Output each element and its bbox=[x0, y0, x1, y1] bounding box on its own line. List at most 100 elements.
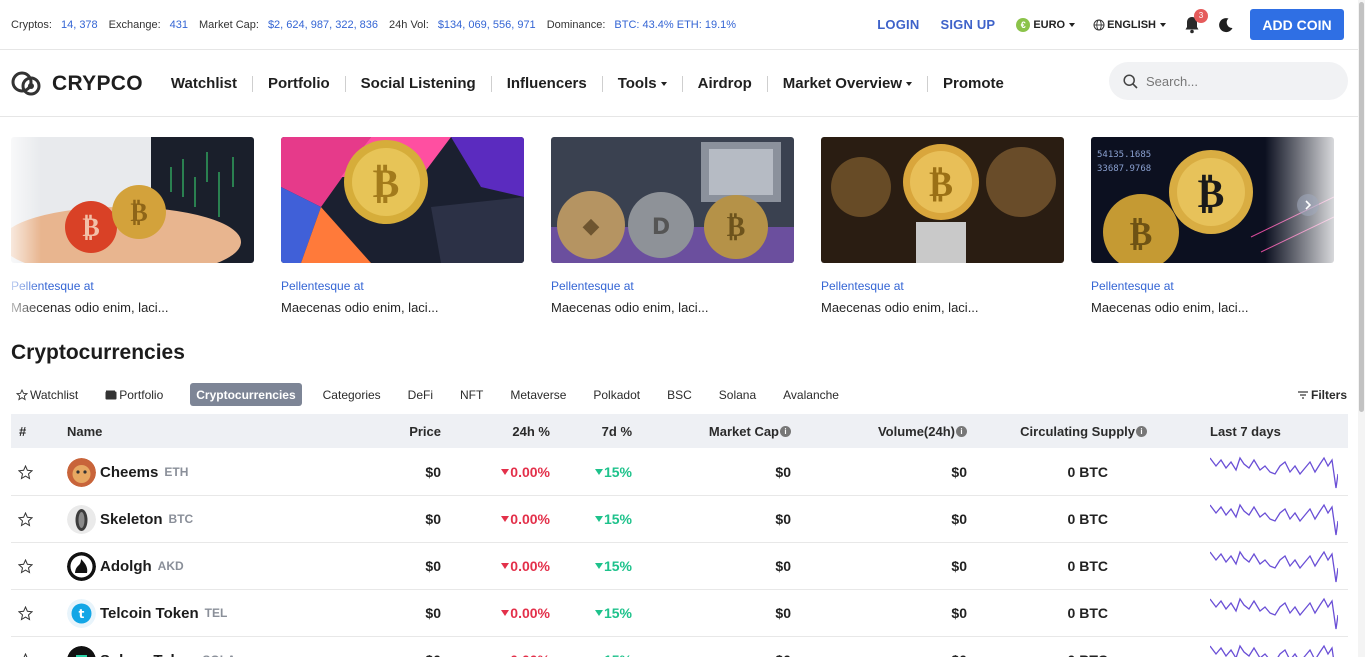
change-24h-cell: 0.00% bbox=[481, 496, 550, 542]
search-box bbox=[1109, 62, 1348, 100]
coin-name[interactable]: Telcoin Token bbox=[100, 605, 199, 622]
watchlist-star-button[interactable] bbox=[18, 590, 33, 636]
scrollbar-thumb[interactable] bbox=[1359, 2, 1364, 412]
table-row[interactable]: Solana Token SOLA $0 0.00% 15% $0 $0 0 B… bbox=[11, 637, 1348, 657]
stat-value[interactable]: $2, 624, 987, 322, 836 bbox=[268, 19, 378, 31]
supply-cell: 0 BTC bbox=[1067, 558, 1108, 574]
tab-nft[interactable]: NFT bbox=[460, 388, 483, 402]
nav-influencers[interactable]: Influencers bbox=[492, 75, 603, 92]
coin-name[interactable]: Solana Token bbox=[100, 652, 196, 657]
news-category[interactable]: Pellentesque at bbox=[11, 279, 254, 293]
coin-name[interactable]: Cheems bbox=[100, 464, 158, 481]
coin-name-cell[interactable]: Solana Token SOLA bbox=[67, 637, 236, 657]
news-title[interactable]: Maecenas odio enim, laci... bbox=[1091, 300, 1334, 315]
filters-button[interactable]: Filters bbox=[1297, 388, 1347, 402]
coin-name-cell[interactable]: t Telcoin Token TEL bbox=[67, 590, 227, 636]
tab-watchlist[interactable]: Watchlist bbox=[16, 388, 78, 402]
col-supply[interactable]: Circulating Supply i bbox=[1001, 414, 1147, 448]
moon-icon[interactable] bbox=[1218, 17, 1234, 33]
col-volume[interactable]: Volume(24h) i bbox=[831, 414, 967, 448]
brand-logo[interactable]: CRYPCO bbox=[11, 71, 143, 97]
page-scrollbar[interactable] bbox=[1358, 0, 1365, 657]
col-24h[interactable]: 24h % bbox=[481, 414, 550, 448]
nav-social-listening[interactable]: Social Listening bbox=[346, 75, 492, 92]
tab-defi[interactable]: DeFi bbox=[408, 388, 433, 402]
nav-portfolio[interactable]: Portfolio bbox=[253, 75, 346, 92]
tab-polkadot[interactable]: Polkadot bbox=[593, 388, 640, 402]
stat-value[interactable]: BTC: 43.4% ETH: 19.1% bbox=[614, 19, 736, 31]
coin-name-cell[interactable]: Skeleton BTC bbox=[67, 496, 193, 542]
coin-name-cell[interactable]: Adolgh AKD bbox=[67, 543, 184, 589]
tab-categories[interactable]: Categories bbox=[323, 388, 381, 402]
coin-name[interactable]: Adolgh bbox=[100, 558, 152, 575]
info-icon[interactable]: i bbox=[780, 425, 791, 437]
table-row[interactable]: Skeleton BTC $0 0.00% 15% $0 $0 0 BTC bbox=[11, 496, 1348, 543]
news-card[interactable]: ◆ D ₿ Pellentesque at Maecenas odio enim… bbox=[551, 137, 794, 315]
price-cell: $0 bbox=[425, 558, 441, 574]
volume-cell: $0 bbox=[951, 605, 967, 621]
coin-avatar: t bbox=[67, 598, 96, 628]
news-title[interactable]: Maecenas odio enim, laci... bbox=[821, 300, 1064, 315]
caret-down-icon bbox=[660, 81, 667, 86]
watchlist-star-button[interactable] bbox=[18, 543, 33, 589]
notifications-button[interactable]: 3 bbox=[1184, 8, 1208, 34]
tab-bsc[interactable]: BSC bbox=[667, 388, 692, 402]
nav-tools-label: Tools bbox=[617, 74, 657, 92]
nav-watchlist[interactable]: Watchlist bbox=[171, 75, 253, 92]
news-category[interactable]: Pellentesque at bbox=[281, 279, 524, 293]
col-price[interactable]: Price bbox=[371, 414, 441, 448]
news-card[interactable]: ₿ Pellentesque at Maecenas odio enim, la… bbox=[821, 137, 1064, 315]
nav-promote[interactable]: Promote bbox=[928, 75, 1019, 92]
carousel-next-button[interactable] bbox=[1297, 194, 1319, 216]
col-rank[interactable]: # bbox=[19, 414, 26, 448]
nav-airdrop[interactable]: Airdrop bbox=[683, 75, 768, 92]
col-market-cap[interactable]: Market Cap i bbox=[671, 414, 791, 448]
col-name[interactable]: Name bbox=[67, 414, 102, 448]
tab-solana[interactable]: Solana bbox=[719, 388, 756, 402]
supply-cell: 0 BTC bbox=[1001, 637, 1108, 657]
news-category[interactable]: Pellentesque at bbox=[1091, 279, 1334, 293]
coin-avatar bbox=[67, 551, 96, 581]
watchlist-star-button[interactable] bbox=[18, 449, 33, 495]
search-input[interactable] bbox=[1146, 73, 1316, 89]
change-24h-cell: 0.00% bbox=[481, 637, 550, 657]
table-row[interactable]: Adolgh AKD $0 0.00% 15% $0 $0 0 BTC bbox=[11, 543, 1348, 590]
nav-tools[interactable]: Tools bbox=[603, 74, 683, 92]
table-row[interactable]: t Telcoin Token TEL $0 0.00% 15% $0 $0 0… bbox=[11, 590, 1348, 637]
language-dropdown[interactable]: ENGLISH bbox=[1093, 19, 1166, 31]
news-title[interactable]: Maecenas odio enim, laci... bbox=[11, 300, 254, 315]
info-icon[interactable]: i bbox=[1136, 425, 1147, 437]
stat-cryptos: Cryptos: 14, 378 bbox=[11, 19, 98, 31]
col-7d[interactable]: 7d % bbox=[571, 414, 632, 448]
info-icon[interactable]: i bbox=[956, 425, 967, 437]
news-title[interactable]: Maecenas odio enim, laci... bbox=[551, 300, 794, 315]
stat-value[interactable]: $134, 069, 556, 971 bbox=[438, 19, 536, 31]
star-icon bbox=[18, 558, 33, 574]
tab-cryptocurrencies[interactable]: Cryptocurrencies bbox=[190, 383, 302, 406]
col-market-cap-label: Market Cap bbox=[708, 423, 779, 439]
tab-portfolio[interactable]: Portfolio bbox=[105, 388, 163, 402]
coin-name[interactable]: Skeleton bbox=[100, 511, 163, 528]
news-category[interactable]: Pellentesque at bbox=[821, 279, 1064, 293]
watchlist-star-button[interactable] bbox=[18, 496, 33, 542]
coin-name-cell[interactable]: Cheems ETH bbox=[67, 449, 188, 495]
news-card[interactable]: ₿ Pellentesque at Maecenas odio enim, la… bbox=[281, 137, 524, 315]
stat-label: 24h Vol: bbox=[389, 18, 429, 31]
tab-metaverse[interactable]: Metaverse bbox=[510, 388, 566, 402]
news-category[interactable]: Pellentesque at bbox=[551, 279, 794, 293]
login-link[interactable]: LOGIN bbox=[877, 17, 919, 32]
signup-link[interactable]: SIGN UP bbox=[940, 17, 995, 32]
stat-value[interactable]: 14, 378 bbox=[61, 19, 98, 31]
currency-dropdown[interactable]: € EURO bbox=[1016, 17, 1076, 32]
table-header: # Name Price 24h % 7d % Market Cap i Volu… bbox=[11, 414, 1348, 448]
watchlist-star-button[interactable] bbox=[18, 637, 33, 657]
tab-label: Portfolio bbox=[119, 387, 164, 402]
news-title[interactable]: Maecenas odio enim, laci... bbox=[281, 300, 524, 315]
tab-avalanche[interactable]: Avalanche bbox=[783, 388, 839, 402]
nav-market-overview[interactable]: Market Overview bbox=[768, 75, 929, 92]
add-coin-button[interactable]: ADD COIN bbox=[1250, 9, 1344, 40]
change-24h-value: 0.00% bbox=[510, 464, 550, 480]
stat-value[interactable]: 431 bbox=[170, 19, 188, 31]
table-row[interactable]: Cheems ETH $0 0.00% 15% $0 $0 0 BTC bbox=[11, 449, 1348, 496]
news-card[interactable]: ₿ ₿ Pellentesque at Maecenas odio enim, … bbox=[11, 137, 254, 315]
